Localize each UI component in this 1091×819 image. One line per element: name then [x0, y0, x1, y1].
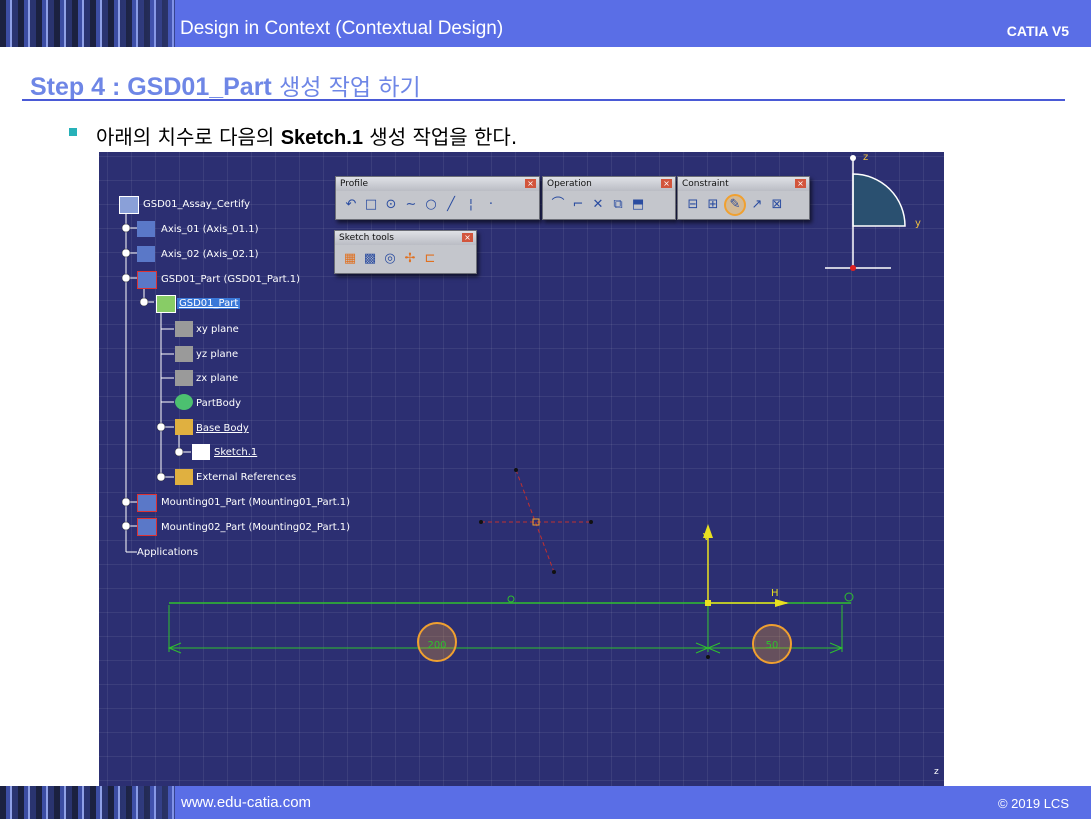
corner-z-label: z — [934, 767, 939, 777]
title-rule — [22, 99, 1065, 101]
slide-footer: www.edu-catia.com © 2019 LCS — [0, 786, 1091, 819]
bullet-post: 생성 작업을 한다. — [362, 125, 518, 149]
bullet-marker — [69, 128, 77, 136]
slide-header: Design in Context (Contextual Design) CA… — [0, 0, 1091, 47]
step-title-text: Step 4 : GSD01_Part — [30, 73, 272, 101]
header-title: Design in Context (Contextual Design) — [180, 18, 504, 39]
bullet-text: 아래의 치수로 다음의 Sketch.1 생성 작업을 한다. — [96, 121, 517, 150]
h-axis-label: H — [771, 588, 779, 599]
step-title-korean: 생성 작업 하기 — [271, 75, 421, 101]
bullet-pre: 아래의 치수로 다음의 — [96, 125, 281, 149]
bullet-bold: Sketch.1 — [280, 127, 363, 149]
dimension-50-label[interactable]: 50 — [766, 640, 779, 651]
catia-viewport[interactable]: GSD01_Assay_Certify Axis_01 (Axis_01.1) … — [99, 152, 944, 786]
v-axis-label: V — [703, 532, 710, 543]
footer-url[interactable]: www.edu-catia.com — [181, 794, 311, 811]
footer-copyright: © 2019 LCS — [997, 796, 1069, 811]
step-title: Step 4 : GSD01_Part 생성 작업 하기 — [30, 68, 421, 102]
header-product: CATIA V5 — [1006, 23, 1069, 39]
sketch-geometry: 200 50 H V z — [167, 468, 939, 777]
dimension-200-label[interactable]: 200 — [427, 640, 446, 651]
